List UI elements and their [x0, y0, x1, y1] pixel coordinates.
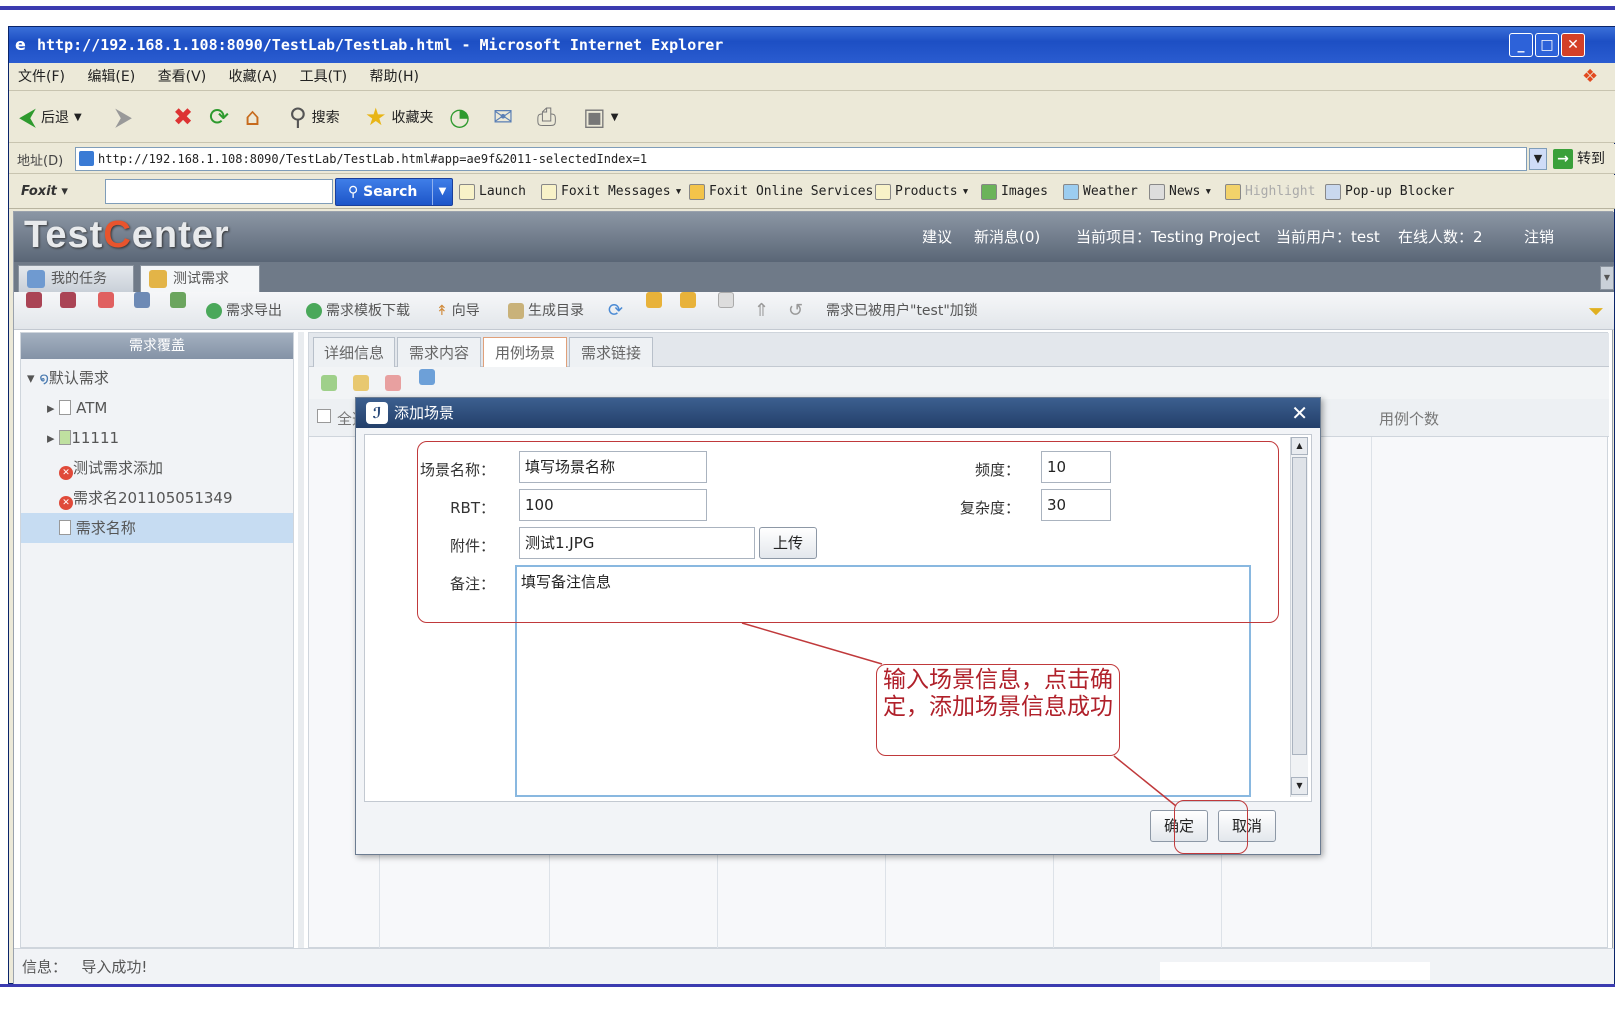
annotation-line-confirm	[1113, 755, 1177, 807]
annotation-lines	[741, 622, 1177, 807]
annotation-line-form	[741, 622, 883, 665]
annotation-callout: 输入场景信息，点击确定，添加场景信息成功	[876, 664, 1120, 756]
